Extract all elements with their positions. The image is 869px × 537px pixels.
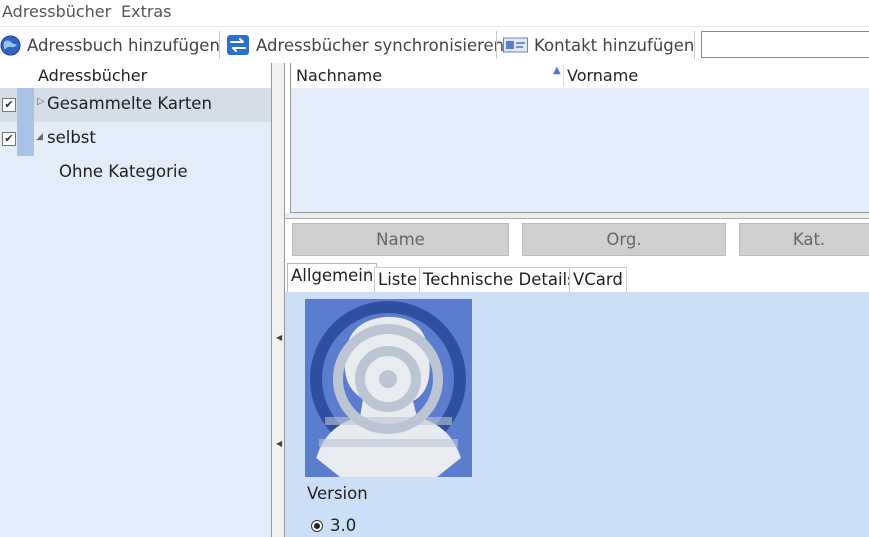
category-item-ohne-kategorie[interactable]: Ohne Kategorie	[0, 156, 271, 190]
add-contact-label: Kontakt hinzufügen	[534, 35, 695, 55]
addressbook-label: Gesammelte Karten	[47, 94, 212, 113]
splitter-grip-icon: ◀	[276, 439, 283, 448]
toolbar-separator	[694, 31, 695, 59]
horizontal-splitter[interactable]	[285, 213, 869, 219]
contact-detail-panel: Version 3.0	[285, 292, 869, 537]
sidebar-header: Adressbücher	[0, 63, 271, 88]
tab-technische-details[interactable]: Technische Details	[419, 267, 580, 292]
menu-extras[interactable]: Extras	[121, 2, 172, 21]
column-vorname[interactable]: Vorname	[567, 66, 638, 85]
addressbook-label: selbst	[47, 128, 96, 147]
column-nachname[interactable]: Nachname	[296, 66, 382, 85]
version-radio[interactable]	[311, 520, 323, 532]
sync-arrows-icon	[227, 35, 249, 55]
add-addressbook-label: Adressbuch hinzufügen	[27, 35, 220, 55]
globe-add-icon	[0, 35, 21, 55]
contact-avatar-icon[interactable]	[305, 299, 472, 477]
contact-card-icon	[503, 37, 528, 53]
category-label: Ohne Kategorie	[59, 162, 188, 181]
menu-bar: Adressbücher Extras	[0, 0, 869, 25]
addressbook-item-selbst[interactable]: ✔ ◢ selbst	[0, 122, 271, 156]
addressbook-color-swatch	[17, 122, 34, 156]
tab-liste[interactable]: Liste	[374, 267, 421, 292]
contact-pane: Nachname ▲ Vorname Name Org. Kat. Allgem…	[285, 63, 869, 537]
tab-vcard[interactable]: VCard	[569, 267, 627, 292]
filter-org-button[interactable]: Org.	[522, 223, 726, 256]
contact-list[interactable]: Nachname ▲ Vorname	[290, 63, 869, 213]
addressbook-checkbox[interactable]: ✔	[2, 132, 16, 146]
expand-triangle-icon[interactable]: ▷	[37, 96, 45, 107]
detail-tabs: Allgemein Liste Technische Details VCard	[285, 263, 869, 292]
toolbar: Adressbuch hinzufügen Adressbücher synch…	[0, 26, 869, 64]
contact-list-header: Nachname ▲ Vorname	[291, 63, 869, 88]
addressbook-sidebar: Adressbücher ✔ ▷ Gesammelte Karten ✔ ◢ s…	[0, 63, 271, 537]
menu-adressbuecher[interactable]: Adressbücher	[2, 2, 111, 21]
sort-ascending-icon: ▲	[553, 65, 561, 76]
filter-name-button[interactable]: Name	[292, 223, 509, 256]
tab-allgemein[interactable]: Allgemein	[287, 263, 378, 292]
sync-button[interactable]: Adressbücher synchronisieren	[226, 30, 504, 60]
vertical-splitter[interactable]: ◀ ◀	[271, 63, 285, 537]
toolbar-separator	[219, 31, 220, 59]
addressbook-color-swatch	[17, 88, 34, 122]
addressbook-item-collected[interactable]: ✔ ▷ Gesammelte Karten	[0, 88, 271, 122]
sync-label: Adressbücher synchronisieren	[256, 35, 505, 55]
add-addressbook-button[interactable]: Adressbuch hinzufügen	[0, 30, 220, 60]
collapse-triangle-icon[interactable]: ◢	[36, 132, 43, 142]
addressbook-checkbox[interactable]: ✔	[2, 98, 16, 112]
search-input[interactable]	[701, 31, 869, 58]
column-separator	[563, 65, 564, 86]
splitter-grip-icon: ◀	[276, 333, 283, 342]
add-contact-button[interactable]: Kontakt hinzufügen	[503, 30, 694, 60]
toolbar-separator	[496, 31, 497, 59]
version-value: 3.0	[330, 516, 357, 535]
filter-kat-button[interactable]: Kat.	[739, 223, 869, 256]
version-label: Version	[307, 484, 368, 503]
sidebar-header-label: Adressbücher	[38, 66, 148, 85]
